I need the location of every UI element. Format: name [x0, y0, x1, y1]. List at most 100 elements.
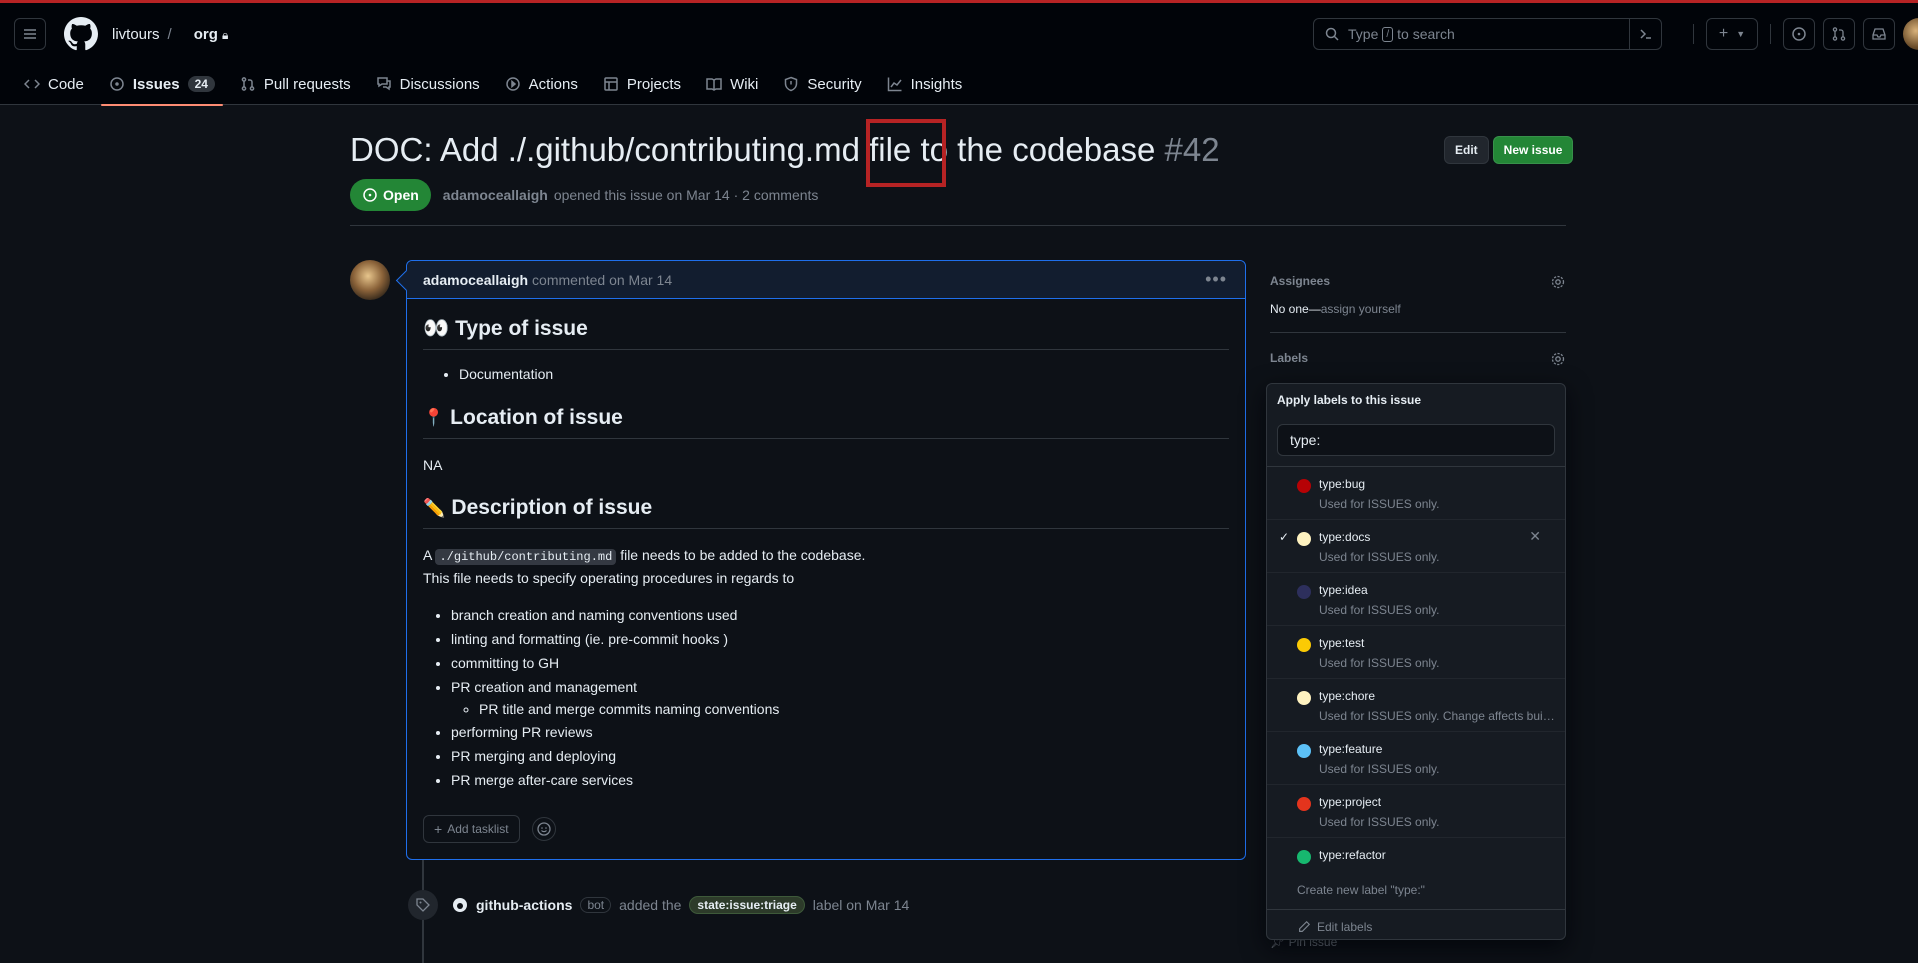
- label-option-refactor[interactable]: type:refactor: [1267, 838, 1565, 870]
- create-new-button[interactable]: + ▼: [1706, 18, 1758, 50]
- add-tasklist-label: Add tasklist: [447, 822, 509, 836]
- github-logo-icon: [453, 898, 467, 912]
- label-color-dot: [1297, 850, 1311, 864]
- label-option-project[interactable]: type:project Used for ISSUES only.: [1267, 785, 1565, 838]
- add-tasklist-button[interactable]: + Add tasklist: [423, 815, 520, 843]
- labels-popover: Apply labels to this issue type: type:bu…: [1266, 383, 1566, 940]
- tab-discussions[interactable]: Discussions: [368, 63, 488, 105]
- heading-text: Type of issue: [455, 317, 588, 340]
- timeline-event: github-actions bot added the state:issue…: [408, 890, 909, 920]
- label-option-docs[interactable]: ✓ ✕ type:docs Used for ISSUES only.: [1267, 520, 1565, 573]
- book-icon: [706, 78, 722, 91]
- tab-wiki[interactable]: Wiki: [698, 63, 766, 105]
- tab-actions[interactable]: Actions: [497, 63, 586, 105]
- hamburger-icon: [24, 29, 36, 39]
- pull-requests-button[interactable]: [1823, 18, 1855, 50]
- search-icon: [1325, 27, 1339, 41]
- table-icon: [604, 77, 618, 91]
- tab-pull-requests[interactable]: Pull requests: [232, 63, 359, 105]
- label-option-feature[interactable]: type:feature Used for ISSUES only.: [1267, 732, 1565, 785]
- tab-label: Discussions: [399, 75, 480, 93]
- new-issue-button[interactable]: New issue: [1492, 136, 1574, 164]
- list-item: performing PR reviews: [451, 720, 1229, 744]
- tab-insights[interactable]: Insights: [879, 63, 971, 105]
- search-placeholder-prefix: Type: [1348, 26, 1379, 42]
- command-palette-button[interactable]: [1629, 19, 1661, 49]
- inline-code: ./github/contributing.md: [435, 549, 617, 565]
- comment-timestamp[interactable]: commented on Mar 14: [532, 272, 672, 288]
- tab-projects[interactable]: Projects: [595, 63, 689, 105]
- label-option-chore[interactable]: type:chore Used for ISSUES only. Change …: [1267, 679, 1565, 732]
- assignees-value: No one—assign yourself: [1270, 302, 1566, 316]
- create-label-option[interactable]: Create new label "type:": [1267, 870, 1565, 910]
- issue-meta: Open adamoceallaigh opened this issue on…: [350, 179, 818, 211]
- tab-label: Insights: [910, 75, 963, 93]
- assign-yourself-link[interactable]: assign yourself: [1321, 302, 1401, 316]
- label-desc: Used for ISSUES only.: [1319, 497, 1440, 511]
- app-header: livtours / org 🔒︎ Type / to search + ▼ C…: [0, 3, 1918, 106]
- issue-number-highlight: [866, 119, 946, 187]
- label-desc: Used for ISSUES only.: [1319, 603, 1440, 617]
- repo-name[interactable]: org: [194, 26, 218, 43]
- tab-label: Security: [807, 75, 862, 93]
- label-option-idea[interactable]: type:idea Used for ISSUES only.: [1267, 573, 1565, 626]
- label-option-test[interactable]: type:test Used for ISSUES only.: [1267, 626, 1565, 679]
- pushpin-emoji-icon: 📍: [423, 408, 445, 427]
- gear-icon[interactable]: [1550, 351, 1566, 367]
- tab-code[interactable]: Code: [16, 63, 92, 105]
- comment-author[interactable]: adamoceallaigh: [423, 272, 528, 288]
- user-avatar[interactable]: [1903, 18, 1918, 50]
- gear-icon[interactable]: [1550, 274, 1566, 290]
- issue-opened-icon: [110, 77, 124, 91]
- event-text: label on Mar 14: [812, 897, 910, 913]
- issue-opened-icon: [1792, 27, 1806, 41]
- check-icon: ✓: [1279, 530, 1290, 544]
- header-divider: [350, 225, 1566, 226]
- menu-button[interactable]: [14, 18, 46, 50]
- issues-button[interactable]: [1783, 18, 1815, 50]
- tab-security[interactable]: Security: [775, 63, 869, 105]
- label-option-bug[interactable]: type:bug Used for ISSUES only.: [1267, 467, 1565, 520]
- edit-labels-link[interactable]: Edit labels: [1267, 910, 1565, 939]
- breadcrumb-owner[interactable]: livtours: [112, 26, 160, 43]
- issue-opened-icon: [363, 188, 377, 202]
- tab-issues[interactable]: Issues 24: [100, 63, 223, 106]
- list-item: Documentation: [459, 362, 1229, 386]
- edit-button[interactable]: Edit: [1444, 136, 1489, 164]
- list-item: PR merging and deploying: [451, 744, 1229, 768]
- kebab-horizontal-icon[interactable]: •••: [1205, 269, 1227, 290]
- label-color-dot: [1297, 797, 1311, 811]
- inbox-button[interactable]: [1863, 18, 1895, 50]
- type-list: Documentation: [423, 362, 1229, 386]
- desc-suffix: file needs to be added to the codebase.: [620, 547, 866, 563]
- event-actor[interactable]: github-actions: [476, 897, 572, 913]
- github-logo-icon[interactable]: [64, 17, 98, 51]
- edit-labels-label: Edit labels: [1317, 920, 1373, 934]
- label-desc: Used for ISSUES only. Change affects bui…: [1319, 709, 1565, 723]
- issue-author[interactable]: adamoceallaigh: [443, 187, 548, 203]
- issue-body-comment: adamoceallaigh commented on Mar 14 ••• 👀…: [406, 260, 1246, 860]
- eyes-emoji-icon: 👀: [423, 317, 450, 340]
- label-color-dot: [1297, 744, 1311, 758]
- label-name: type:project: [1319, 795, 1382, 809]
- issue-sidebar: Assignees No one—assign yourself Labels: [1270, 274, 1566, 367]
- list-item-text: PR creation and management: [451, 679, 637, 695]
- breadcrumb-repo[interactable]: org 🔒︎: [194, 26, 229, 43]
- add-reaction-button[interactable]: [531, 817, 556, 841]
- search-input[interactable]: Type / to search: [1313, 18, 1662, 50]
- list-item: PR creation and management PR title and …: [451, 675, 1229, 720]
- comment-author-avatar[interactable]: [350, 260, 390, 300]
- label-color-dot: [1297, 479, 1311, 493]
- play-icon: [505, 77, 520, 91]
- close-icon[interactable]: ✕: [1529, 528, 1541, 545]
- heading-type: 👀 Type of issue: [423, 317, 1229, 350]
- status-badge: Open: [350, 179, 431, 211]
- label-color-dot: [1297, 638, 1311, 652]
- comment-header: adamoceallaigh commented on Mar 14 •••: [407, 261, 1245, 299]
- description-paragraph: A ./github/contributing.md file needs to…: [423, 545, 1229, 589]
- lock-icon: 🔒︎: [222, 27, 229, 42]
- status-label: Open: [383, 187, 419, 203]
- label-pill[interactable]: state:issue:triage: [689, 896, 805, 914]
- issue-title: DOC: Add ./.github/contributing.md file …: [350, 120, 1566, 180]
- label-filter-input[interactable]: type:: [1277, 424, 1555, 456]
